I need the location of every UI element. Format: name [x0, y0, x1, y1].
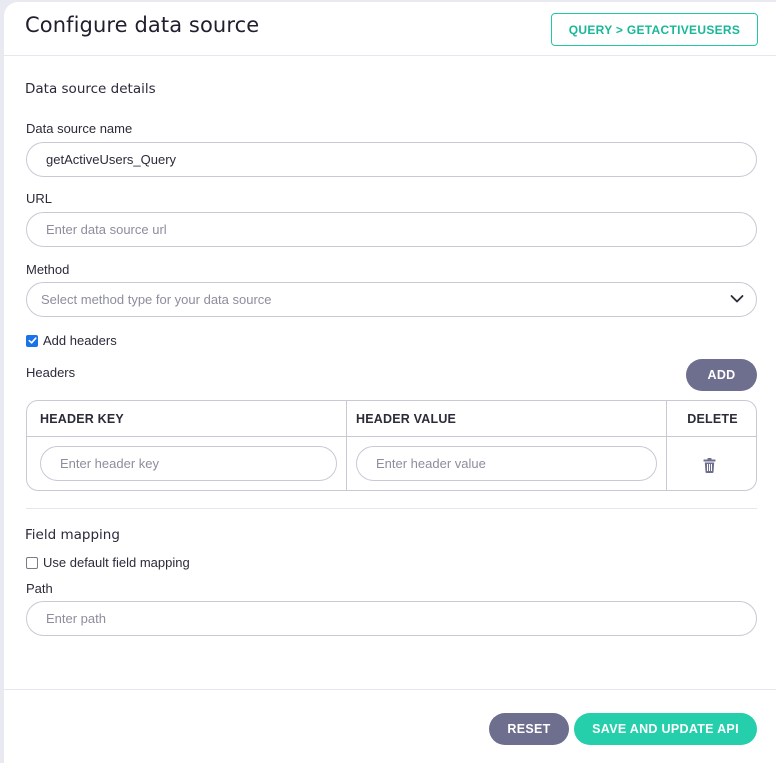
reset-button[interactable]: RESET [489, 713, 569, 745]
column-divider [666, 401, 667, 490]
configure-data-source-panel: Configure data source QUERY > GETACTIVEU… [4, 2, 776, 763]
path-input[interactable]: Enter path [26, 601, 757, 636]
delete-column: DELETE [667, 401, 756, 437]
method-select[interactable]: Select method type for your data source [26, 282, 757, 317]
url-input[interactable]: Enter data source url [26, 212, 757, 247]
data-source-name-input[interactable]: getActiveUsers_Query [26, 142, 757, 177]
header-key-input[interactable]: Enter header key [40, 446, 337, 481]
path-placeholder: Enter path [46, 611, 106, 626]
default-field-mapping-checkbox[interactable] [26, 556, 38, 569]
header-value-placeholder: Enter header value [376, 456, 486, 471]
add-headers-checkbox[interactable] [26, 334, 38, 347]
field-mapping-heading: Field mapping [25, 527, 120, 543]
query-breadcrumb-button[interactable]: QUERY > GETACTIVEUSERS [551, 13, 758, 46]
chevron-down-icon [730, 295, 744, 303]
method-placeholder: Select method type for your data source [41, 292, 272, 307]
section-divider [26, 508, 757, 509]
headers-label: Headers [26, 365, 76, 380]
url-label: URL [26, 191, 53, 206]
data-source-name-label: Data source name [26, 121, 133, 136]
page-title: Configure data source [25, 13, 260, 37]
trash-icon[interactable] [703, 458, 716, 473]
default-field-mapping-checkbox-row[interactable]: Use default field mapping [26, 555, 190, 570]
data-source-name-value: getActiveUsers_Query [46, 152, 177, 167]
footer-divider [4, 689, 776, 690]
url-placeholder: Enter data source url [46, 222, 167, 237]
default-field-mapping-label: Use default field mapping [43, 555, 190, 570]
header-key-column: HEADER KEY [27, 401, 347, 437]
add-header-button[interactable]: ADD [686, 359, 757, 391]
header-value-input[interactable]: Enter header value [356, 446, 657, 481]
add-headers-checkbox-row[interactable]: Add headers [26, 333, 117, 348]
check-icon [28, 337, 37, 344]
headers-table: HEADER KEY HEADER VALUE DELETE Enter hea… [26, 400, 757, 491]
data-source-details-heading: Data source details [25, 81, 156, 97]
path-label: Path [26, 581, 53, 596]
header-key-placeholder: Enter header key [60, 456, 160, 471]
method-label: Method [26, 262, 70, 277]
save-and-update-api-button[interactable]: SAVE AND UPDATE API [574, 713, 757, 745]
panel-header: Configure data source QUERY > GETACTIVEU… [4, 2, 776, 56]
header-value-column: HEADER VALUE [347, 401, 667, 437]
column-divider [346, 401, 347, 490]
add-headers-label: Add headers [43, 333, 117, 348]
